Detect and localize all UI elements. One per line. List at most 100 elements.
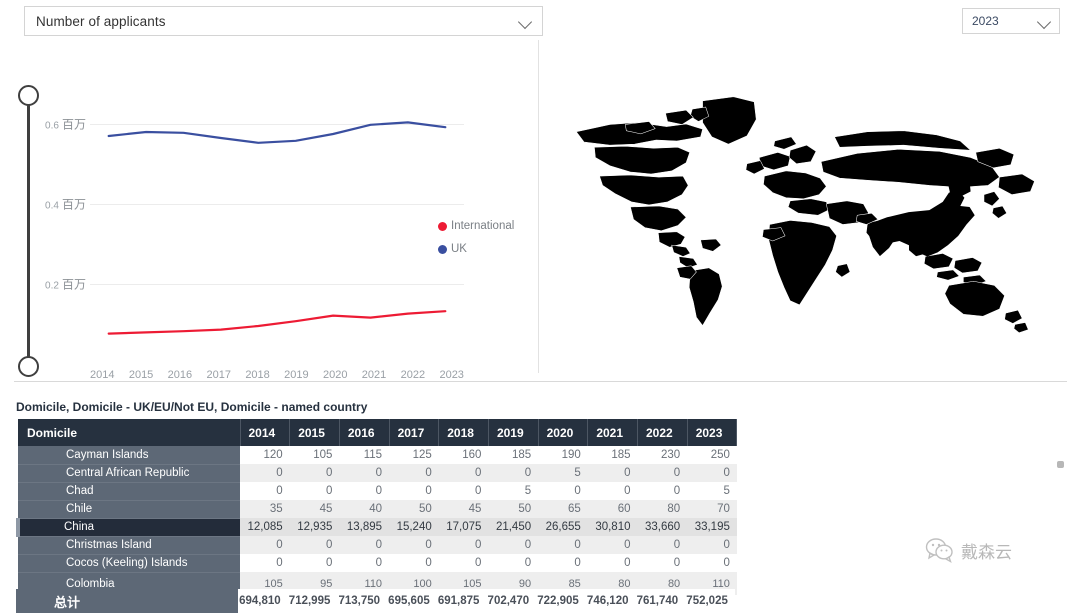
table-body: Cayman Islands 120 105 115 125 160 185 190 185 23… (16, 446, 737, 596)
series-line-international (107, 310, 447, 335)
table-row[interactable]: Central African Republic 0 0 0 0 0 0 5 0 0 0 (18, 464, 737, 483)
table-col-header-year[interactable]: 2014 (240, 419, 291, 446)
table-cell-country[interactable]: Cocos (Keeling) Islands (18, 554, 240, 573)
table-row[interactable]: Cocos (Keeling) Islands 0 0 0 0 0 0 0 0 0 0 (18, 554, 737, 573)
table-cell-value: 0 (240, 482, 290, 500)
table-cell-value: 0 (289, 464, 340, 482)
table-col-header-domicile[interactable]: Domicile (18, 419, 241, 446)
x-axis-tick-label: 2015 (128, 369, 154, 381)
table-cell-value: 0 (339, 464, 390, 482)
table-col-header-year[interactable]: 2019 (488, 419, 539, 446)
table-row[interactable]: Chad 0 0 0 0 0 5 0 0 0 5 (18, 482, 737, 501)
table-row[interactable]: Cayman Islands 120 105 115 125 160 185 190 185 23… (18, 446, 737, 465)
scroll-position-dot[interactable] (1057, 461, 1064, 468)
x-axis-tick-label: 2020 (322, 369, 348, 381)
table-cell-value: 5 (687, 482, 737, 500)
table-cell-value: 0 (587, 536, 638, 554)
table-cell-value: 0 (389, 464, 439, 482)
table-cell-value: 0 (438, 554, 489, 572)
table-cell-value: 0 (637, 554, 688, 572)
table-cell-value: 0 (587, 482, 638, 500)
slider-handle-bottom[interactable] (18, 356, 39, 377)
table-cell-country[interactable]: Cayman Islands (18, 446, 240, 465)
year-dropdown[interactable]: 2023 (962, 8, 1060, 34)
legend-label: UK (451, 243, 467, 255)
table-cell-value: 230 (637, 446, 688, 464)
table-cell-value: 12,085 (240, 518, 290, 536)
table-cell-country[interactable]: Christmas Island (18, 536, 240, 555)
table-col-header-year[interactable]: 2017 (389, 419, 440, 446)
table-cell-value: 5 (538, 464, 588, 482)
y-axis-tick-label: 0.2 百万 (45, 277, 86, 292)
total-cell-value: 761,740 (636, 595, 679, 607)
table-cell-value: 0 (488, 554, 539, 572)
table-cell-value: 0 (538, 482, 588, 500)
x-axis-ticks: 2014 2015 2016 2017 2018 2019 2020 2021 2022 2023 (90, 369, 464, 381)
watermark: 戴森云 (925, 537, 1012, 563)
table-col-header-year[interactable]: 2015 (289, 419, 340, 446)
table-cell-value: 0 (389, 554, 439, 572)
total-cell-value: 713,750 (338, 595, 381, 607)
table-cell-value: 0 (339, 554, 390, 572)
table-cell-country[interactable]: Chad (18, 482, 240, 501)
table-cell-value: 0 (687, 536, 737, 554)
table-col-header-year[interactable]: 2018 (438, 419, 489, 446)
metric-dropdown[interactable]: Number of applicants (24, 6, 543, 36)
legend-item[interactable]: UK (438, 243, 514, 255)
table-cell-value: 45 (289, 500, 340, 518)
table-cell-value: 0 (289, 482, 340, 500)
table-cell-value: 26,655 (538, 518, 588, 536)
table-header: Domicile 2014 2015 2016 2017 2018 2019 2020 2021… (18, 419, 738, 446)
chart-series-layer (107, 121, 447, 335)
table-cell-country[interactable]: Chile (18, 500, 240, 519)
metric-dropdown-value: Number of applicants (36, 13, 166, 29)
table-cell-value: 13,895 (339, 518, 390, 536)
table-col-header-year[interactable]: 2023 (687, 419, 738, 446)
year-dropdown-value: 2023 (972, 14, 999, 28)
table-row[interactable]: Christmas Island 0 0 0 0 0 0 0 0 0 0 (18, 536, 737, 555)
table-cell-value: 0 (289, 536, 340, 554)
table-cell-value: 185 (587, 446, 638, 464)
table-cell-value: 70 (687, 500, 737, 518)
table-cell-value: 0 (538, 536, 588, 554)
table-cell-value: 0 (687, 464, 737, 482)
slider-handle-top[interactable] (18, 85, 39, 106)
vertical-range-slider[interactable] (18, 85, 40, 377)
total-cell-value: 695,605 (388, 595, 430, 607)
table-cell-country[interactable]: China (16, 518, 240, 537)
legend-color-dot (438, 221, 447, 231)
legend-item[interactable]: International (438, 220, 514, 232)
world-map-panel[interactable] (548, 42, 1068, 372)
domicile-table: Domicile 2014 2015 2016 2017 2018 2019 2020 2021… (16, 419, 738, 596)
table-cell-value: 0 (438, 482, 489, 500)
table-cell-value: 0 (587, 464, 638, 482)
chart-legend: International UK (438, 220, 514, 266)
table-col-header-year[interactable]: 2020 (538, 419, 589, 446)
table-cell-value: 33,195 (687, 518, 737, 536)
table-header-row: Domicile 2014 2015 2016 2017 2018 2019 2020 2021… (18, 419, 738, 446)
table-row[interactable]: Chile 35 45 40 50 45 50 65 60 80 70 (18, 500, 737, 519)
table-col-header-year[interactable]: 2021 (587, 419, 638, 446)
slider-track[interactable] (27, 95, 30, 367)
x-axis-tick-label: 2014 (90, 369, 115, 381)
line-chart-panel: 0.6 百万 0.4 百万 0.2 百万 2014 2015 2016 2017 2018 2… (0, 40, 538, 381)
domicile-table-wrap: Domicile 2014 2015 2016 2017 2018 2019 2020 2021… (16, 419, 738, 596)
table-cell-value: 80 (637, 500, 688, 518)
table-cell-country[interactable]: Central African Republic (18, 464, 240, 483)
table-row[interactable]: China 12,085 12,935 13,895 15,240 17,075 21,45… (16, 518, 737, 537)
x-axis-tick-label: 2018 (245, 369, 270, 381)
table-cell-value: 35 (240, 500, 290, 518)
total-label: 总计 (16, 589, 238, 613)
x-axis-tick-label: 2016 (167, 369, 193, 381)
world-map-svg (575, 96, 1035, 334)
total-values: 694,810 712,995 713,750 695,605 691,875 702,4… (238, 589, 735, 613)
table-cell-value: 30,810 (587, 518, 638, 536)
table-cell-value: 0 (538, 554, 588, 572)
table-cell-value: 125 (389, 446, 439, 464)
table-col-header-year[interactable]: 2016 (339, 419, 390, 446)
table-cell-value: 0 (339, 536, 390, 554)
legend-color-dot (438, 244, 447, 254)
watermark-text: 戴森云 (961, 542, 1012, 563)
table-cell-value: 0 (637, 464, 688, 482)
table-col-header-year[interactable]: 2022 (637, 419, 688, 446)
